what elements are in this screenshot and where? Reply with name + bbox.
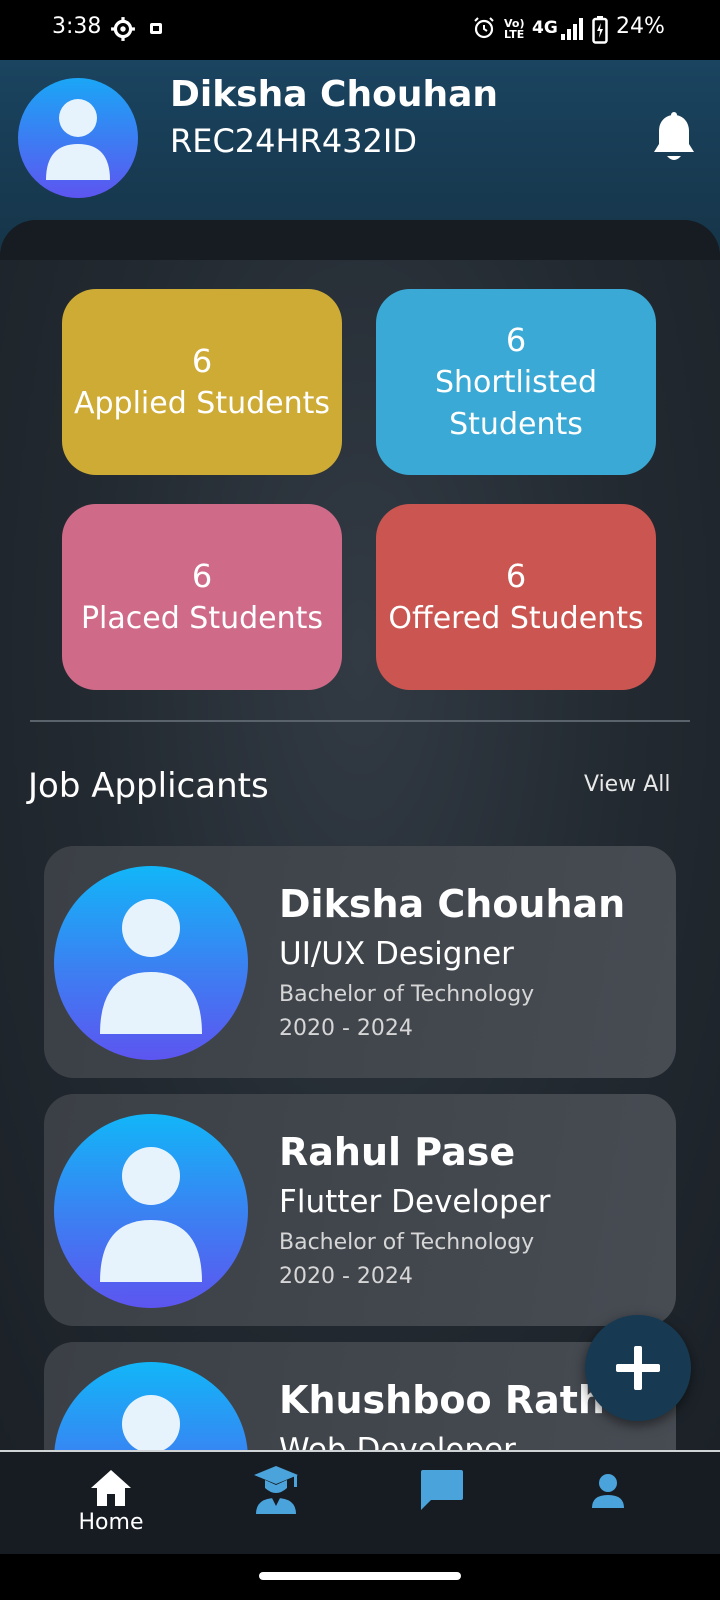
user-icon (100, 1147, 202, 1282)
stat-label: Offered Students (388, 601, 644, 636)
user-id: REC24HR432ID (170, 122, 417, 160)
home-icon (91, 1470, 131, 1506)
system-navigation (0, 1554, 720, 1600)
graduate-icon (254, 1466, 298, 1514)
battery-charging-icon (592, 16, 608, 48)
stat-label: Applied Students (73, 386, 331, 421)
user-icon (122, 1395, 180, 1452)
stat-count: 6 (505, 321, 527, 359)
applicant-role: Web Developer (279, 1432, 516, 1452)
avatar (54, 1362, 248, 1452)
section-title: Job Applicants (28, 766, 269, 806)
nav-home-label: Home (78, 1510, 144, 1535)
settings-icon (110, 16, 136, 46)
add-button[interactable] (585, 1315, 691, 1421)
avatar (54, 866, 248, 1060)
applicant-name: Rahul Pase (279, 1130, 516, 1174)
applicant-years: 2020 - 2024 (279, 1264, 413, 1289)
user-icon (100, 899, 202, 1034)
nav-home[interactable]: Home (21, 1452, 201, 1556)
applicant-card[interactable]: Rahul Pase Flutter Developer Bachelor of… (44, 1094, 676, 1326)
applicant-card[interactable]: Khushboo Rathor Web Developer (44, 1342, 676, 1452)
stat-count: 6 (191, 342, 213, 380)
notification-icon (148, 20, 164, 40)
applicant-degree: Bachelor of Technology (279, 1230, 535, 1255)
stat-count: 6 (191, 557, 213, 595)
profile-icon (592, 1474, 624, 1508)
user-icon (46, 99, 110, 180)
divider (30, 720, 690, 722)
applicant-degree: Bachelor of Technology (279, 982, 535, 1007)
bottom-nav: Home (0, 1450, 720, 1554)
panel-top-band (0, 220, 720, 260)
network-type: 4G (532, 18, 558, 38)
applicant-role: UI/UX Designer (279, 936, 514, 972)
main-panel: 6 Applied Students 6 Shortlisted Student… (0, 220, 720, 1452)
alarm-icon (472, 16, 496, 44)
signal-icon (560, 18, 584, 44)
bell-icon[interactable] (652, 112, 696, 168)
applicant-role: Flutter Developer (279, 1184, 551, 1220)
offered-students-card[interactable]: 6 Offered Students (376, 504, 656, 690)
stat-label: Placed Students (80, 601, 324, 636)
battery-percent: 24% (616, 14, 665, 39)
applicant-name: Diksha Chouhan (279, 882, 626, 926)
shortlisted-students-card[interactable]: 6 Shortlisted Students (376, 289, 656, 475)
applicant-card[interactable]: Diksha Chouhan UI/UX Designer Bachelor o… (44, 846, 676, 1078)
nav-students[interactable] (186, 1452, 366, 1556)
applicant-years: 2020 - 2024 (279, 1016, 413, 1041)
avatar (54, 1114, 248, 1308)
volte-icon: Vo) LTE (504, 17, 525, 41)
status-time: 3:38 (52, 14, 102, 39)
stat-label: Shortlisted Students (434, 365, 598, 442)
status-bar: 3:38 Vo) LTE 4G 24% (0, 0, 720, 60)
applied-students-card[interactable]: 6 Applied Students (62, 289, 342, 475)
chat-icon (421, 1470, 463, 1510)
home-gesture-bar[interactable] (259, 1572, 461, 1580)
user-name: Diksha Chouhan (170, 74, 499, 115)
nav-messages[interactable] (352, 1452, 532, 1556)
placed-students-card[interactable]: 6 Placed Students (62, 504, 342, 690)
view-all-link[interactable]: View All (584, 772, 670, 797)
nav-profile[interactable] (518, 1452, 698, 1556)
avatar[interactable] (18, 78, 138, 198)
stat-count: 6 (505, 557, 527, 595)
plus-icon (616, 1346, 660, 1390)
